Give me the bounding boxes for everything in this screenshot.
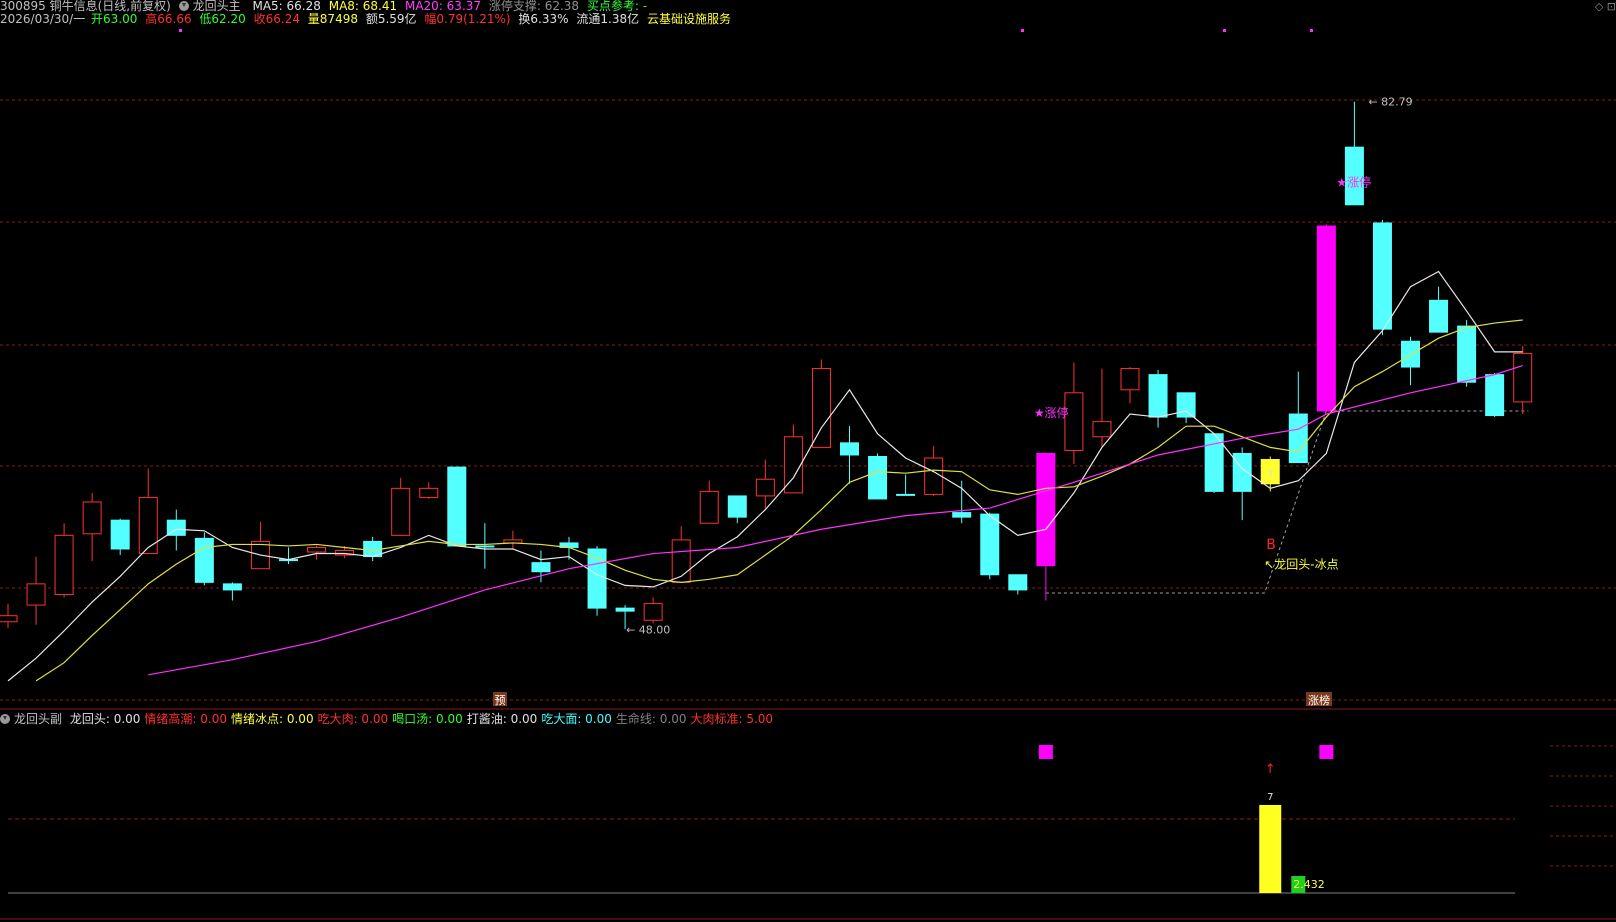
candle-body [868,455,888,500]
sub-item-7: 生命线: 0.00 [615,712,687,726]
sub-item-5: 打酱油: 0.00 [466,712,538,726]
candle-body [391,487,411,536]
tag-zhangbang: 涨榜 [1308,693,1330,707]
candle-body [755,478,775,497]
candle-body [1288,413,1308,464]
candle-body [82,501,102,535]
b-signal-label: B [1266,537,1276,553]
seven-label: 7 [1267,470,1273,481]
candle-body [222,583,242,591]
sub-item-4: 喝口汤: 0.00 [392,712,463,726]
ma20-line [148,364,1523,676]
candle-body [980,513,1000,576]
candle-body [952,512,972,518]
candle-body [54,534,74,595]
candle-body [1120,368,1140,391]
candle-body [811,368,831,448]
candle-body [475,545,495,548]
candle-body [447,466,467,547]
sub-signal-square [1038,745,1053,759]
candle-body [1457,325,1477,383]
sub-indicator-name[interactable]: 龙回头副 [14,712,62,726]
candle-body [699,490,719,524]
candle-body [307,546,327,553]
sub-signal-square [1319,745,1334,759]
ma8-line [35,319,1523,682]
candle-body [1401,340,1420,368]
low-price-label: ← 48.00 [626,623,670,636]
sub-dropdown-icon[interactable] [0,714,10,724]
candle-body [1372,222,1392,330]
sub-item-1: 情绪高潮: 0.00 [144,712,227,726]
tag-yu: 预 [495,694,506,707]
sub-green-label: 2.432 [1293,878,1325,891]
candle-body [1008,574,1028,591]
candle-body [0,615,18,623]
high-price-label: ← 82.79 [1368,96,1412,109]
candle-body [1176,392,1196,418]
candle-body [138,496,158,555]
candle-body [531,562,551,573]
candle-body [1036,452,1056,567]
candle-body [840,442,859,456]
candle-body [1148,374,1168,418]
sub-item-0: 龙回头: 0.00 [69,712,141,726]
candle-body [1316,225,1336,412]
signal-dot [1223,29,1226,32]
candle-body [615,607,635,612]
candle-body [727,495,747,518]
candle-body [643,603,663,621]
limit-up-label: ★涨停 [1034,405,1069,420]
candle-body [26,583,46,606]
candle-body [896,493,916,496]
candle-body [1064,392,1084,451]
limit-up-label: ★涨停 [1336,175,1371,190]
candle-body [194,537,214,583]
sub-item-6: 吃大面: 0.00 [541,712,612,726]
sub-yellow-bar [1259,805,1282,893]
candle-body [1092,421,1112,438]
sub-item-8: 大肉标准: 5.00 [690,712,774,726]
signal-dot [1310,29,1313,32]
candle-body [1485,374,1505,417]
signal-dot [1021,29,1024,32]
candle-body [419,487,439,498]
sub-indicator-header: 龙回头副 龙回头: 0.00 情绪高潮: 0.00 情绪冰点: 0.00 吃大肉: 0… [0,713,781,726]
candle-body [924,457,944,495]
sub-bar-label: 7 [1267,792,1273,803]
candle-body [1429,299,1449,333]
signal-dot [179,29,182,32]
pullback-label: ↖龙回头-冰点 [1264,558,1338,572]
candle-body [110,519,130,550]
kline-chart[interactable]: ← 82.79 ← 48.00 ★涨停 ★涨停 ↖龙回头-冰点 B 7 预 涨榜 ↑ 7 2.432 [0,0,1616,922]
sub-item-2: 情绪冰点: 0.00 [231,712,314,726]
sub-arrow: ↑ [1265,762,1276,777]
candle-body [1513,352,1533,403]
sub-item-3: 吃大肉: 0.00 [317,712,389,726]
